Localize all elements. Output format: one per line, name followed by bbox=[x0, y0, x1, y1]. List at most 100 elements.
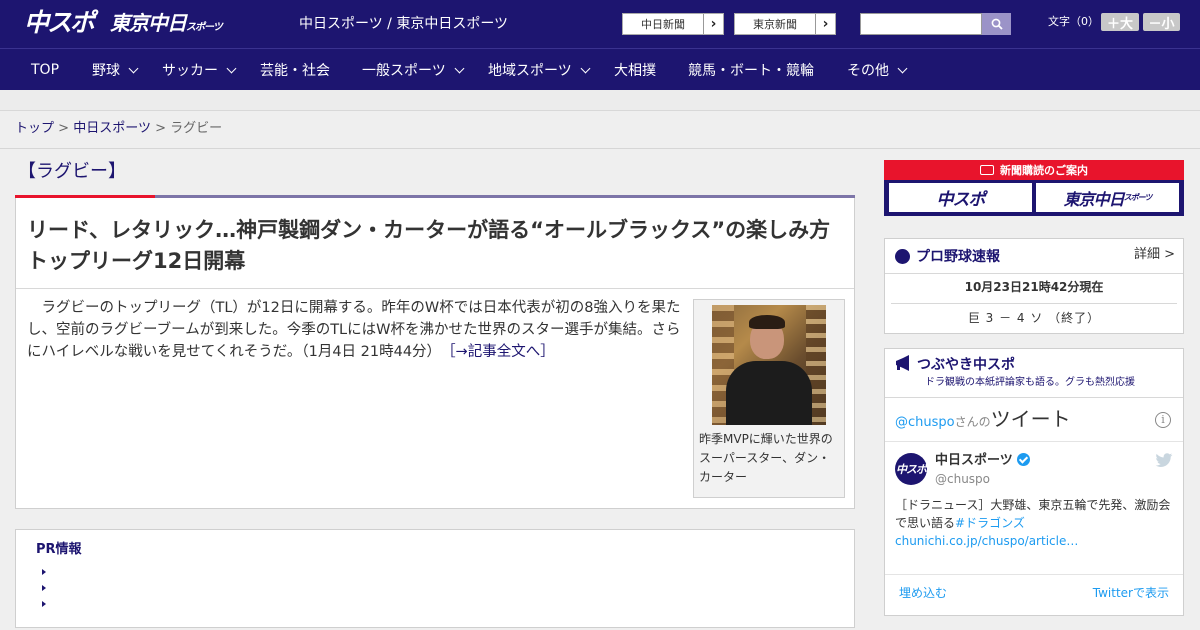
font-size-label: 文字（0） bbox=[1048, 15, 1099, 28]
site-header: 中スポ 東京中日スポーツ 中日スポーツ / 東京中日スポーツ 中日新聞 › 東京… bbox=[0, 0, 1200, 48]
nav-item-regional-sports[interactable]: 地域スポーツ bbox=[488, 49, 591, 91]
twitter-handle-link[interactable]: @chuspo bbox=[895, 415, 955, 430]
article-divider bbox=[16, 288, 854, 289]
twitter-timeline-heading: @chuspoさんのツイート bbox=[895, 405, 1071, 437]
search-icon bbox=[991, 18, 1003, 30]
chevron-down-icon bbox=[897, 63, 908, 73]
breadcrumb-divider bbox=[0, 148, 1200, 149]
tokyo-shimbun-link[interactable]: 東京新聞 › bbox=[734, 13, 836, 35]
nav-label: サッカー bbox=[162, 63, 218, 79]
twitter-embed-link[interactable]: 埋め込む bbox=[899, 585, 947, 601]
nav-label: その他 bbox=[847, 63, 889, 79]
nav-label: 競馬・ボート・競輪 bbox=[688, 63, 814, 79]
photo-figure-hair bbox=[749, 315, 785, 329]
tokyo-chunichi-logo[interactable]: 東京中日スポーツ bbox=[110, 9, 223, 42]
twitter-handle-suffix: さんの bbox=[954, 415, 991, 429]
baseball-game-score[interactable]: 巨 3 － 4 ソ （終了） bbox=[885, 310, 1183, 326]
sub-nav-bar bbox=[0, 90, 1200, 111]
twitter-card-subtitle: ドラ観戦の本紙評論家も語る。グラも熱烈応援 bbox=[925, 377, 1135, 388]
nav-item-soccer[interactable]: サッカー bbox=[162, 49, 237, 91]
nav-item-entertainment[interactable]: 芸能・社会 bbox=[260, 49, 330, 91]
chuspo-logo[interactable]: 中スポ bbox=[24, 7, 95, 39]
subscribe-title: 新聞購読のご案内 bbox=[884, 160, 1184, 180]
baseball-updated-time: 10月23日21時42分現在 bbox=[964, 280, 1104, 294]
pr-title: PR情報 bbox=[36, 542, 82, 557]
tweet-url-link[interactable]: chunichi.co.jp/chuspo/article… bbox=[895, 534, 1078, 548]
subscribe-chuspo-logo[interactable]: 中スポ bbox=[889, 183, 1032, 212]
ext-link-label: 東京新聞 bbox=[753, 18, 797, 31]
nav-label: 野球 bbox=[92, 63, 120, 79]
read-more-link[interactable]: ［→記事全文へ］ bbox=[448, 344, 554, 360]
nav-label: 一般スポーツ bbox=[362, 63, 446, 79]
nav-item-racing[interactable]: 競馬・ボート・競輪 bbox=[688, 49, 814, 91]
tokyo-logo-small: スポーツ bbox=[186, 22, 223, 33]
search-button[interactable] bbox=[982, 13, 1011, 35]
nav-item-other[interactable]: その他 bbox=[847, 49, 908, 91]
article-photo[interactable] bbox=[712, 305, 826, 425]
tweet-author-account[interactable]: @chuspo bbox=[935, 471, 990, 487]
site-name: 中日スポーツ / 東京中日スポーツ bbox=[299, 16, 509, 32]
font-increase-button[interactable]: ＋大 bbox=[1101, 13, 1139, 32]
baseball-card-header: プロ野球速報 詳細 > bbox=[885, 239, 1183, 274]
bullet-triangle-icon bbox=[42, 569, 46, 575]
newspaper-icon bbox=[980, 165, 994, 175]
tweet-hashtag-link[interactable]: #ドラゴンズ bbox=[955, 516, 1025, 530]
baseball-scores-card: プロ野球速報 詳細 > 10月23日21時42分現在 巨 3 － 4 ソ （終了… bbox=[884, 238, 1184, 334]
article-card: リード、レタリック…神戸製鋼ダン・カーターが語る“オールブラックス”の楽しみ方 … bbox=[15, 198, 855, 509]
baseball-details-link[interactable]: 詳細 > bbox=[1134, 246, 1175, 264]
nav-label: 地域スポーツ bbox=[488, 63, 572, 79]
tweet-body: ［ドラニュース］大野雄、東京五輪で先発、激励会で思い語る bbox=[895, 498, 1171, 530]
twitter-divider bbox=[885, 397, 1183, 398]
twitter-card: つぶやき中スポ ドラ観戦の本紙評論家も語る。グラも熱烈応援 @chuspoさんの… bbox=[884, 348, 1184, 616]
chevron-down-icon bbox=[226, 63, 237, 73]
nav-item-baseball[interactable]: 野球 bbox=[92, 49, 139, 91]
pr-box: PR情報 bbox=[15, 529, 855, 628]
subscribe-title-text: 新聞購読のご案内 bbox=[1000, 164, 1088, 177]
tweet-author-name[interactable]: 中日スポーツ bbox=[935, 452, 1030, 470]
breadcrumb-separator: > bbox=[58, 121, 70, 136]
subscribe-tokyo-small: スポーツ bbox=[1123, 193, 1153, 202]
chevron-right-icon: › bbox=[703, 14, 723, 34]
photo-caption: 昨季MVPに輝いた世界のスーパースター、ダン・カーター bbox=[699, 432, 833, 484]
tweet-text: ［ドラニュース］大野雄、東京五輪で先発、激励会で思い語る#ドラゴンズ chunic… bbox=[895, 496, 1175, 550]
chevron-down-icon bbox=[454, 63, 465, 73]
nav-label: TOP bbox=[31, 62, 60, 78]
nav-label: 大相撲 bbox=[614, 63, 656, 79]
twitter-heading-text: ツイート bbox=[990, 407, 1071, 431]
article-lead: ラグビーのトップリーグ（TL）が12日に開幕する。昨年のW杯では日本代表が初の8… bbox=[27, 297, 685, 363]
nav-item-sumo[interactable]: 大相撲 bbox=[614, 49, 656, 91]
search-input[interactable] bbox=[860, 13, 982, 35]
nav-item-general-sports[interactable]: 一般スポーツ bbox=[362, 49, 465, 91]
bullet-triangle-icon bbox=[42, 585, 46, 591]
baseball-icon bbox=[895, 249, 910, 264]
photo-figure-body bbox=[726, 361, 812, 425]
twitter-divider bbox=[885, 574, 1183, 575]
subscribe-tokyo-logo[interactable]: 東京中日 スポーツ bbox=[1036, 183, 1179, 212]
chunichi-shimbun-link[interactable]: 中日新聞 › bbox=[622, 13, 724, 35]
view-on-twitter-link[interactable]: Twitterで表示 bbox=[1093, 585, 1169, 601]
category-title: 【ラグビー】 bbox=[18, 161, 126, 182]
breadcrumb-chunichi-sports-link[interactable]: 中日スポーツ bbox=[73, 121, 151, 136]
baseball-card-title: プロ野球速報 bbox=[916, 249, 1000, 265]
breadcrumb-top-link[interactable]: トップ bbox=[15, 121, 54, 136]
chevron-down-icon bbox=[580, 63, 591, 73]
nav-item-top[interactable]: TOP bbox=[31, 49, 59, 91]
twitter-divider bbox=[885, 441, 1183, 442]
twitter-bird-icon[interactable] bbox=[1155, 453, 1173, 468]
font-decrease-button[interactable]: －小 bbox=[1143, 13, 1180, 32]
megaphone-icon bbox=[896, 355, 909, 371]
breadcrumb: トップ > 中日スポーツ > ラグビー bbox=[15, 121, 222, 137]
tokyo-logo-text: 東京中日 bbox=[110, 11, 187, 35]
chevron-right-icon: › bbox=[815, 14, 835, 34]
chevron-down-icon bbox=[128, 63, 139, 73]
bullet-triangle-icon bbox=[42, 601, 46, 607]
breadcrumb-separator: > bbox=[155, 121, 166, 136]
info-icon[interactable]: i bbox=[1155, 412, 1171, 428]
avatar[interactable]: 中スポ bbox=[895, 453, 927, 485]
breadcrumb-current: ラグビー bbox=[170, 121, 223, 136]
article-photo-box: 昨季MVPに輝いた世界のスーパースター、ダン・カーター bbox=[693, 299, 845, 498]
article-title: リード、レタリック…神戸製鋼ダン・カーターが語る“オールブラックス”の楽しみ方 … bbox=[27, 218, 852, 273]
ext-link-label: 中日新聞 bbox=[641, 18, 685, 31]
baseball-divider bbox=[891, 303, 1177, 304]
main-nav: TOP 野球 サッカー 芸能・社会 一般スポーツ 地域スポーツ 大相撲 競馬・ボ… bbox=[0, 48, 1200, 90]
